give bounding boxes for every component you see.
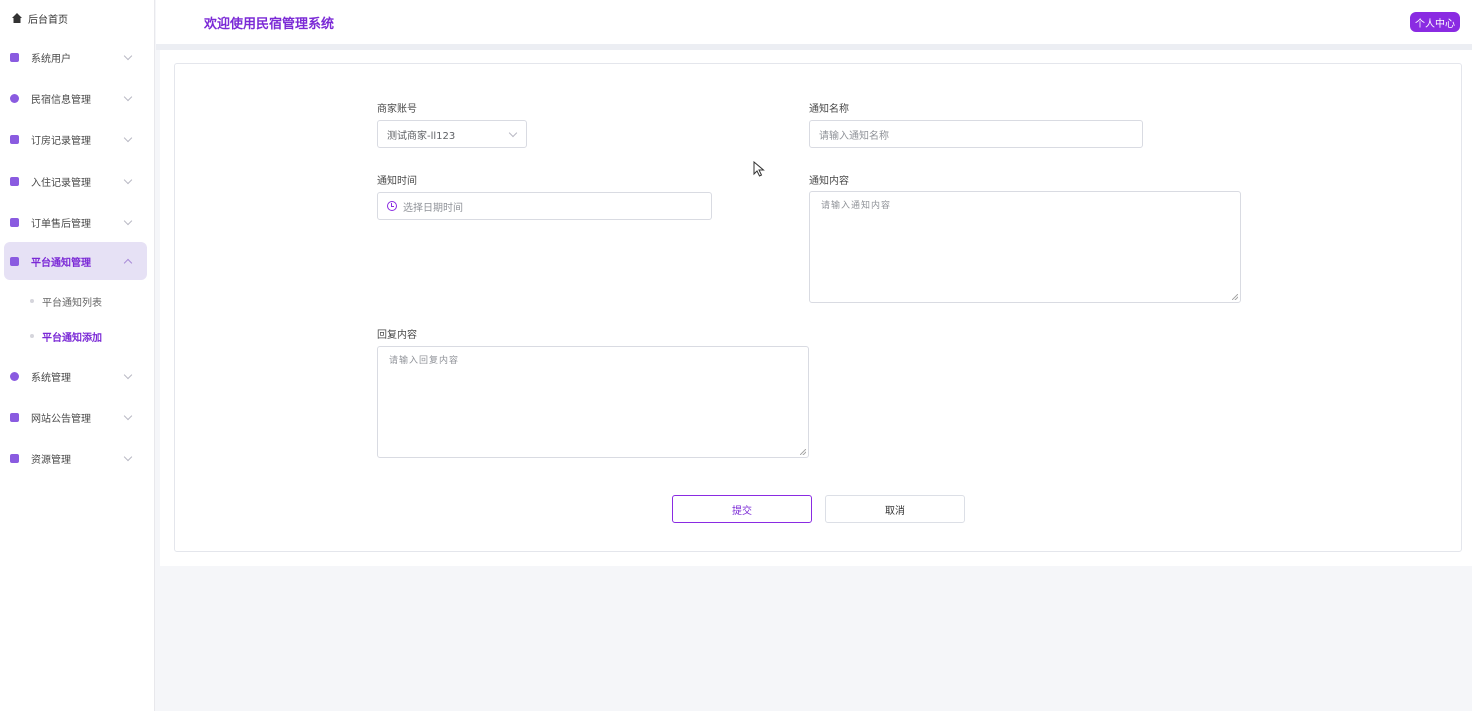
chevron-down-icon [123, 216, 133, 226]
sidebar-item-label: 订房记录管理 [31, 135, 91, 147]
location-icon [10, 93, 19, 103]
sidebar-home[interactable]: 后台首页 [0, 0, 155, 36]
notice-content-placeholder: 请输入通知内容 [821, 201, 892, 211]
notice-content-textarea[interactable]: 请输入通知内容 [809, 191, 1241, 303]
sidebar-home-label: 后台首页 [28, 14, 68, 26]
sidebar-item-homestay[interactable]: 民宿信息管理 [4, 79, 147, 117]
chevron-down-icon [123, 175, 133, 185]
sidebar-item-notice[interactable]: 平台通知管理 [4, 242, 147, 280]
bullet-icon [30, 334, 34, 338]
sidebar-item-users[interactable]: 系统用户 [4, 38, 147, 76]
reply-content-placeholder: 请输入回复内容 [389, 356, 460, 366]
doc-icon [10, 134, 19, 144]
user-center-button[interactable]: 个人中心 [1410, 12, 1460, 32]
notice-content-label: 通知内容 [809, 176, 849, 187]
sidebar-item-label: 网站公告管理 [31, 413, 91, 425]
sidebar-subitem-label: 平台通知添加 [42, 332, 102, 344]
resize-handle-icon[interactable] [1232, 294, 1238, 300]
header: 欢迎使用民宿管理系统 个人中心 [156, 0, 1472, 44]
merchant-select[interactable]: 测试商家-ll123 [377, 120, 527, 148]
list-icon [10, 412, 19, 422]
chevron-down-icon [508, 128, 518, 138]
chevron-down-icon [123, 92, 133, 102]
cancel-button[interactable]: 取消 [825, 495, 965, 523]
sidebar-item-label: 平台通知管理 [31, 257, 91, 269]
mouse-cursor-icon [753, 161, 765, 177]
resize-handle-icon[interactable] [800, 449, 806, 455]
sidebar-item-label: 资源管理 [31, 454, 71, 466]
sidebar-item-system[interactable]: 系统管理 [4, 357, 147, 395]
sidebar-subitem-notice-list[interactable]: 平台通知列表 [30, 289, 102, 313]
sidebar-subitem-notice-add[interactable]: 平台通知添加 [30, 324, 102, 348]
bullet-icon [30, 299, 34, 303]
sidebar-item-announcement[interactable]: 网站公告管理 [4, 398, 147, 436]
chevron-down-icon [123, 452, 133, 462]
sidebar-item-label: 入住记录管理 [31, 177, 91, 189]
chevron-down-icon [123, 411, 133, 421]
doc-icon [10, 453, 19, 463]
doc-edit-icon [10, 217, 19, 227]
merchant-label: 商家账号 [377, 104, 417, 115]
home-icon [12, 13, 22, 23]
sidebar-item-booking[interactable]: 订房记录管理 [4, 120, 147, 158]
sidebar-item-checkin[interactable]: 入住记录管理 [4, 162, 147, 200]
chevron-up-icon [123, 258, 133, 268]
reply-content-label: 回复内容 [377, 330, 417, 341]
merchant-select-value: 测试商家-ll123 [387, 130, 456, 142]
notice-time-label: 通知时间 [377, 176, 417, 187]
notice-time-placeholder: 选择日期时间 [403, 202, 463, 214]
sidebar-subitem-label: 平台通知列表 [42, 297, 102, 309]
submit-button[interactable]: 提交 [672, 495, 812, 523]
page-title: 欢迎使用民宿管理系统 [204, 17, 335, 32]
notice-name-placeholder: 请输入通知名称 [819, 130, 889, 142]
chevron-down-icon [123, 51, 133, 61]
sidebar-item-label: 订单售后管理 [31, 218, 91, 230]
box-icon [10, 176, 19, 186]
sidebar: 后台首页 系统用户 民宿信息管理 订房记录管理 入住记录管理 订单售后管理 平台… [0, 0, 155, 711]
chevron-down-icon [123, 133, 133, 143]
sidebar-item-label: 系统用户 [31, 53, 71, 65]
notice-time-picker[interactable]: 选择日期时间 [377, 192, 712, 220]
sidebar-item-aftersale[interactable]: 订单售后管理 [4, 203, 147, 241]
notice-name-input[interactable]: 请输入通知名称 [809, 120, 1143, 148]
sidebar-item-label: 民宿信息管理 [31, 94, 91, 106]
notice-name-label: 通知名称 [809, 104, 849, 115]
sidebar-item-resource[interactable]: 资源管理 [4, 439, 147, 477]
chevron-down-icon [123, 370, 133, 380]
user-icon [10, 52, 19, 62]
reply-content-textarea[interactable]: 请输入回复内容 [377, 346, 809, 458]
notice-icon [10, 256, 19, 266]
location-icon [10, 371, 19, 381]
sidebar-item-label: 系统管理 [31, 372, 71, 384]
clock-icon [387, 201, 397, 211]
